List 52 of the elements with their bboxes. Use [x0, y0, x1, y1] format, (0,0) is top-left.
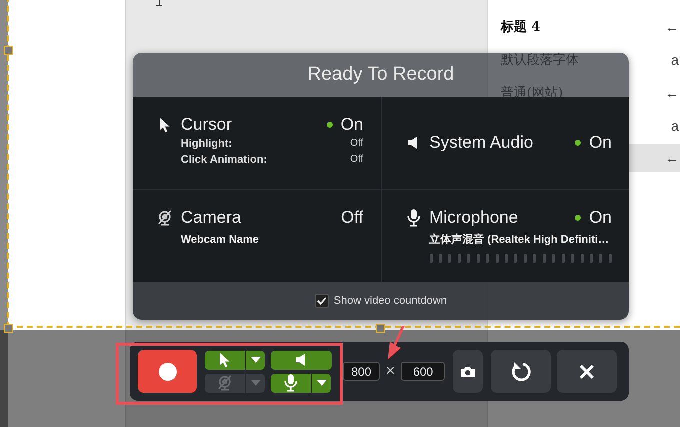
option-value: Off	[350, 153, 364, 167]
microphone-icon	[284, 374, 298, 392]
record-dot-icon	[158, 362, 176, 380]
width-field[interactable]: 800	[343, 362, 380, 381]
source-status[interactable]: On	[589, 208, 612, 228]
height-field[interactable]: 600	[401, 362, 446, 381]
dimension-separator: ×	[386, 362, 396, 380]
restart-icon	[511, 360, 532, 382]
dropdown-button[interactable]	[246, 350, 265, 370]
text-cursor-icon	[156, 0, 163, 7]
option-value: Off	[350, 137, 364, 151]
resize-handle[interactable]	[4, 324, 13, 333]
style-list-item[interactable]: 标题 4 ←	[488, 10, 680, 43]
source-status[interactable]: Off	[341, 208, 364, 228]
camera-toggle-button[interactable]	[205, 374, 245, 392]
resize-handle[interactable]	[4, 46, 13, 55]
source-title: Camera	[181, 208, 242, 228]
option-label: Click Animation:	[181, 153, 268, 168]
caret-icon	[316, 380, 326, 386]
camera-off-icon	[217, 375, 233, 391]
checkbox-label[interactable]: Show video countdown	[334, 295, 448, 307]
screenshot-button[interactable]	[453, 350, 484, 393]
source-panel[interactable]: Microphone On 立体声混音 (Realtek High Definiti…	[382, 190, 629, 282]
microphone-toggle-button[interactable]	[271, 374, 311, 392]
cursor-arrow-icon	[219, 352, 231, 368]
check-icon	[316, 297, 327, 305]
source-title: System Audio	[430, 133, 534, 153]
option-label: Highlight:	[181, 137, 232, 152]
device-name: Webcam Name	[180, 233, 260, 248]
caret-icon	[250, 380, 260, 386]
cursor-toggle-button[interactable]	[205, 350, 245, 370]
source-title: Microphone	[430, 208, 520, 228]
source-panel[interactable]: System Audio On	[382, 97, 629, 189]
source-status[interactable]: On	[340, 115, 364, 135]
audio-toggle-button[interactable]	[271, 350, 332, 370]
caret-icon	[250, 357, 260, 363]
resize-handle[interactable]	[376, 324, 385, 333]
record-button[interactable]	[138, 350, 197, 393]
device-name: 立体声混音 (Realtek High Definiti…	[428, 232, 610, 248]
source-status[interactable]: On	[589, 133, 612, 153]
source-panel[interactable]: Cursor On Highlight: Off Click Animation: Off	[133, 97, 380, 189]
source-panel[interactable]: Camera Off Webcam Name	[133, 190, 380, 282]
microphone-icon	[406, 209, 420, 227]
camera-icon	[460, 366, 476, 378]
restart-button[interactable]	[491, 350, 552, 393]
source-title: Cursor	[181, 115, 234, 135]
countdown-checkbox[interactable]	[314, 294, 329, 308]
close-icon	[579, 364, 596, 380]
cursor-arrow-icon	[159, 117, 171, 133]
close-button[interactable]	[557, 350, 618, 393]
dropdown-button[interactable]	[312, 374, 331, 392]
camera-off-icon	[157, 210, 173, 226]
